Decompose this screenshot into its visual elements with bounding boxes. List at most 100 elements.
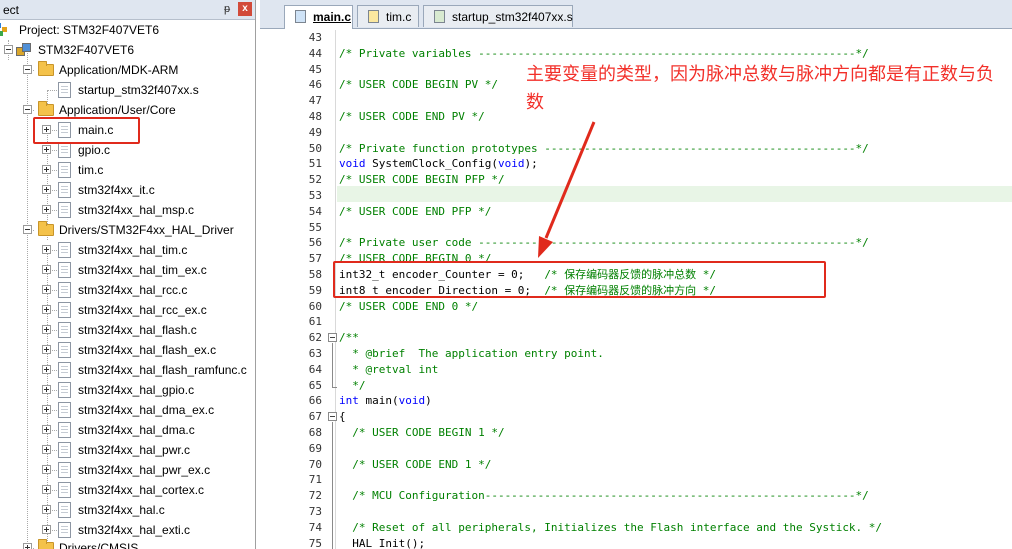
tree-item-label: stm32f4xx_hal_dma_ex.c: [78, 403, 215, 417]
expand-icon[interactable]: [23, 543, 32, 549]
line-number: 56: [308, 236, 322, 250]
expand-icon[interactable]: [42, 405, 51, 414]
tree-item-target[interactable]: STM32F407VET6: [0, 40, 255, 60]
expand-icon[interactable]: [42, 305, 51, 314]
tree-item-file[interactable]: stm32f4xx_hal_tim_ex.c: [0, 260, 255, 280]
tree-item-file[interactable]: stm32f4xx_hal_msp.c: [0, 200, 255, 220]
file-icon: [58, 522, 71, 538]
line-number: 71: [308, 473, 322, 487]
tree-item-file[interactable]: startup_stm32f407xx.s: [0, 80, 255, 100]
line-number: 48: [308, 110, 322, 123]
fold-toggle-icon[interactable]: [328, 412, 337, 421]
tree-item-folder[interactable]: Drivers/CMSIS: [0, 538, 255, 549]
tab-tim-c[interactable]: tim.c: [357, 5, 419, 27]
line-number: 62: [308, 331, 322, 345]
line-number: 61: [308, 315, 322, 329]
expand-icon[interactable]: [42, 465, 51, 474]
expand-icon[interactable]: [42, 505, 51, 514]
code-line-67: {: [339, 410, 346, 424]
expand-icon[interactable]: [42, 445, 51, 454]
code-line-68: /* USER CODE BEGIN 1 */: [339, 426, 505, 439]
file-icon: [58, 502, 71, 518]
pin-icon[interactable]: ᵽ: [219, 1, 235, 17]
tree-item-folder[interactable]: Drivers/STM32F4xx_HAL_Driver: [0, 220, 255, 240]
collapse-icon[interactable]: [23, 65, 32, 74]
tree-item-file[interactable]: stm32f4xx_hal_dma_ex.c: [0, 400, 255, 420]
expand-icon[interactable]: [42, 485, 51, 494]
line-number: 64: [308, 362, 322, 376]
expand-icon[interactable]: [42, 185, 51, 194]
fold-toggle-icon[interactable]: [328, 333, 337, 342]
tree-item-file[interactable]: stm32f4xx_hal_pwr.c: [0, 440, 255, 460]
close-icon[interactable]: x: [238, 2, 252, 16]
tree-item-folder[interactable]: Application/MDK-ARM: [0, 60, 255, 80]
tree-item-label: Drivers/STM32F4xx_HAL_Driver: [59, 223, 234, 237]
tree-item-file[interactable]: stm32f4xx_hal_dma.c: [0, 420, 255, 440]
tree-item-file[interactable]: stm32f4xx_it.c: [0, 180, 255, 200]
code-line-46: /* USER CODE BEGIN PV */: [339, 78, 498, 92]
expand-icon[interactable]: [42, 365, 51, 374]
line-number: 65: [308, 378, 322, 392]
line-number: 58: [308, 268, 322, 281]
expand-icon[interactable]: [42, 165, 51, 174]
tree-item-file[interactable]: stm32f4xx_hal_tim.c: [0, 240, 255, 260]
expand-icon[interactable]: [42, 145, 51, 154]
file-icon: [58, 362, 71, 378]
expand-icon[interactable]: [42, 245, 51, 254]
file-icon: [58, 142, 71, 158]
tree-item-file[interactable]: stm32f4xx_hal_flash.c: [0, 320, 255, 340]
folder-icon: [38, 221, 54, 236]
project-tree: Project: STM32F407VET6 STM32F407VET6 App…: [0, 20, 255, 549]
file-icon: [58, 82, 71, 98]
tree-item-label: Project: STM32F407VET6: [19, 23, 160, 37]
expand-icon[interactable]: [42, 345, 51, 354]
expand-icon[interactable]: [42, 285, 51, 294]
annotation-text: 主要变量的类型，因为脉冲总数与脉冲方向都是有正数与负数: [526, 64, 994, 113]
code-line-48: /* USER CODE END PV */: [339, 110, 485, 123]
file-icon: [58, 302, 71, 318]
project-pane-header: ect ᵽ x: [0, 0, 255, 20]
tree-item-file[interactable]: stm32f4xx_hal_rcc.c: [0, 280, 255, 300]
tab-main-c[interactable]: main.c: [284, 5, 353, 29]
tree-item-file[interactable]: tim.c: [0, 160, 255, 180]
line-number: 49: [308, 125, 322, 139]
tree-item-file[interactable]: stm32f4xx_hal_exti.c: [0, 520, 255, 540]
line-number: 55: [308, 220, 322, 234]
variables-highlight-box: [333, 261, 826, 298]
expand-icon[interactable]: [42, 385, 51, 394]
project-icon: [0, 23, 10, 37]
tree-item-label: stm32f4xx_hal_gpio.c: [78, 383, 195, 397]
code-line-72: /* MCU Configuration--------------------…: [339, 489, 869, 503]
tab-startup-s[interactable]: startup_stm32f407xx.s: [423, 5, 573, 27]
tree-item-label: stm32f4xx_hal_rcc_ex.c: [78, 303, 207, 317]
tree-item-file[interactable]: stm32f4xx_hal_pwr_ex.c: [0, 460, 255, 480]
tree-item-label: stm32f4xx_hal_msp.c: [78, 203, 195, 217]
expand-icon[interactable]: [42, 525, 51, 534]
code-line-64: * @retval int: [339, 362, 439, 376]
line-number: 60: [308, 299, 322, 313]
expand-icon[interactable]: [42, 325, 51, 334]
line-number: 44: [308, 46, 322, 60]
tree-item-project[interactable]: Project: STM32F407VET6: [0, 20, 255, 40]
tree-item-file[interactable]: stm32f4xx_hal.c: [0, 500, 255, 520]
code-line-52: /* USER CODE BEGIN PFP */: [339, 173, 505, 187]
expand-icon[interactable]: [42, 425, 51, 434]
file-icon: [58, 262, 71, 278]
code-line-63: * @brief The application entry point.: [339, 347, 604, 360]
tree-item-file[interactable]: stm32f4xx_hal_cortex.c: [0, 480, 255, 500]
expand-icon[interactable]: [42, 205, 51, 214]
collapse-icon[interactable]: [23, 225, 32, 234]
line-number: 63: [308, 347, 322, 360]
code-line-65: */: [339, 378, 366, 392]
file-icon: [58, 322, 71, 338]
code-line-75: HAL_Init();: [339, 536, 426, 549]
tree-item-file[interactable]: stm32f4xx_hal_gpio.c: [0, 380, 255, 400]
expand-icon[interactable]: [42, 265, 51, 274]
collapse-icon[interactable]: [23, 105, 32, 114]
tree-item-file[interactable]: stm32f4xx_hal_rcc_ex.c: [0, 300, 255, 320]
tree-item-label: tim.c: [78, 163, 104, 177]
collapse-icon[interactable]: [4, 45, 13, 54]
tree-item-file[interactable]: stm32f4xx_hal_flash_ex.c: [0, 340, 255, 360]
code-line-51: void SystemClock_Config(void);: [339, 157, 538, 171]
tree-item-file[interactable]: stm32f4xx_hal_flash_ramfunc.c: [0, 360, 255, 380]
